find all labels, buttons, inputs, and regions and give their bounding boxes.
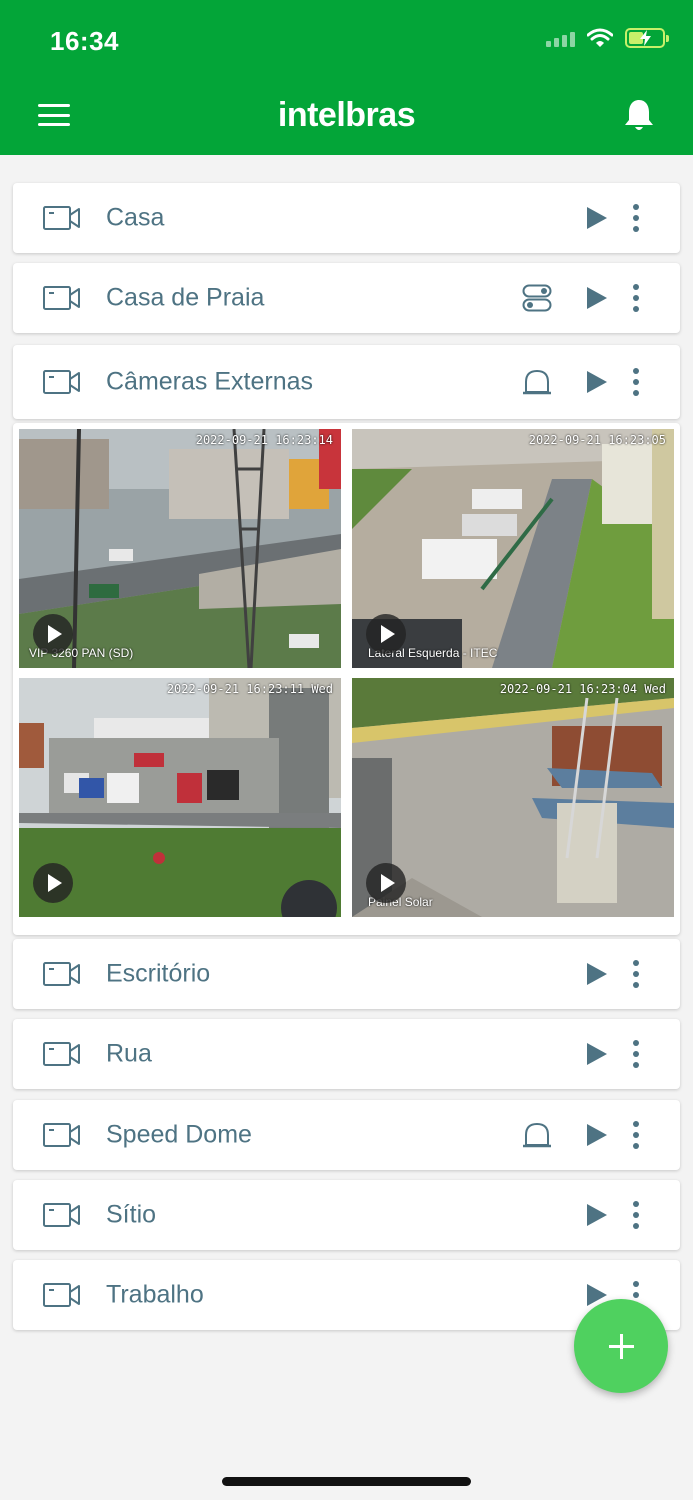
more-vertical-icon[interactable]: [630, 1200, 642, 1230]
camera-icon: [43, 206, 80, 230]
group-name: Escritório: [106, 959, 211, 988]
group-name: Sítio: [106, 1200, 157, 1229]
camera-tile[interactable]: 2022-09-21 16:23:11 Wed: [19, 678, 341, 917]
play-icon[interactable]: [586, 1123, 608, 1147]
group-name: Rua: [106, 1039, 152, 1068]
more-vertical-icon[interactable]: [630, 283, 642, 313]
group-row-casa[interactable]: Casa: [13, 183, 680, 253]
camera-tile[interactable]: 2022-09-21 16:23:05 Lateral Esquerda - I…: [352, 429, 674, 668]
camera-icon: [43, 370, 80, 394]
camera-timestamp: 2022-09-21 16:23:05: [528, 433, 666, 447]
group-row-cameras-externas[interactable]: Câmeras Externas: [13, 345, 680, 419]
group-row-casa-de-praia[interactable]: Casa de Praia: [13, 263, 680, 333]
group-row-rua[interactable]: Rua: [13, 1019, 680, 1089]
group-name: Casa de Praia: [106, 283, 265, 312]
group-row-sitio[interactable]: Sítio: [13, 1180, 680, 1250]
group-name: Speed Dome: [106, 1120, 252, 1149]
notifications-button[interactable]: [623, 98, 655, 134]
bell-icon: [625, 100, 653, 130]
group-row-speed-dome[interactable]: Speed Dome: [13, 1100, 680, 1170]
group-name: Casa: [106, 203, 165, 232]
add-button[interactable]: [574, 1299, 668, 1393]
camera-grid: 2022-09-21 16:23:14 VIP 3260 PAN (SD) 20…: [13, 423, 680, 935]
app-header: 16:34 intelbras: [0, 0, 693, 155]
battery-charging-icon: [625, 28, 669, 48]
app-logo: intelbras: [277, 96, 416, 134]
more-vertical-icon[interactable]: [630, 203, 642, 233]
play-icon[interactable]: [586, 1203, 608, 1227]
play-button[interactable]: [33, 863, 73, 903]
camera-timestamp: 2022-09-21 16:23:14: [195, 433, 333, 447]
camera-timestamp: 2022-09-21 16:23:11 Wed: [166, 682, 333, 696]
toggle-icon[interactable]: [522, 284, 552, 312]
camera-icon: [43, 1042, 80, 1066]
camera-icon: [43, 962, 80, 986]
alarm-icon[interactable]: [522, 1121, 552, 1149]
more-vertical-icon[interactable]: [630, 1120, 642, 1150]
camera-icon: [43, 1203, 80, 1227]
camera-icon: [43, 1283, 80, 1307]
camera-tile[interactable]: 2022-09-21 16:23:14 VIP 3260 PAN (SD): [19, 429, 341, 668]
more-vertical-icon[interactable]: [630, 1039, 642, 1069]
status-icons: [546, 28, 669, 48]
home-indicator: [222, 1477, 471, 1486]
more-vertical-icon[interactable]: [630, 367, 642, 397]
play-icon[interactable]: [586, 286, 608, 310]
play-button[interactable]: [33, 614, 73, 654]
play-button[interactable]: [366, 614, 406, 654]
group-row-trabalho[interactable]: Trabalho: [13, 1260, 680, 1330]
play-icon[interactable]: [586, 370, 608, 394]
play-icon[interactable]: [586, 962, 608, 986]
group-name: Câmeras Externas: [106, 367, 314, 396]
camera-icon: [43, 1123, 80, 1147]
group-row-escritorio[interactable]: Escritório: [13, 939, 680, 1009]
camera-tile[interactable]: 2022-09-21 16:23:04 Wed Painel Solar: [352, 678, 674, 917]
play-button[interactable]: [366, 863, 406, 903]
cellular-signal-icon: [546, 29, 575, 47]
wifi-icon: [587, 28, 613, 47]
play-icon[interactable]: [586, 206, 608, 230]
group-name: Trabalho: [106, 1280, 204, 1309]
play-icon[interactable]: [586, 1042, 608, 1066]
status-time: 16:34: [50, 26, 119, 56]
camera-timestamp: 2022-09-21 16:23:04 Wed: [499, 682, 666, 696]
more-vertical-icon[interactable]: [630, 959, 642, 989]
camera-icon: [43, 286, 80, 310]
alarm-icon[interactable]: [522, 368, 552, 396]
